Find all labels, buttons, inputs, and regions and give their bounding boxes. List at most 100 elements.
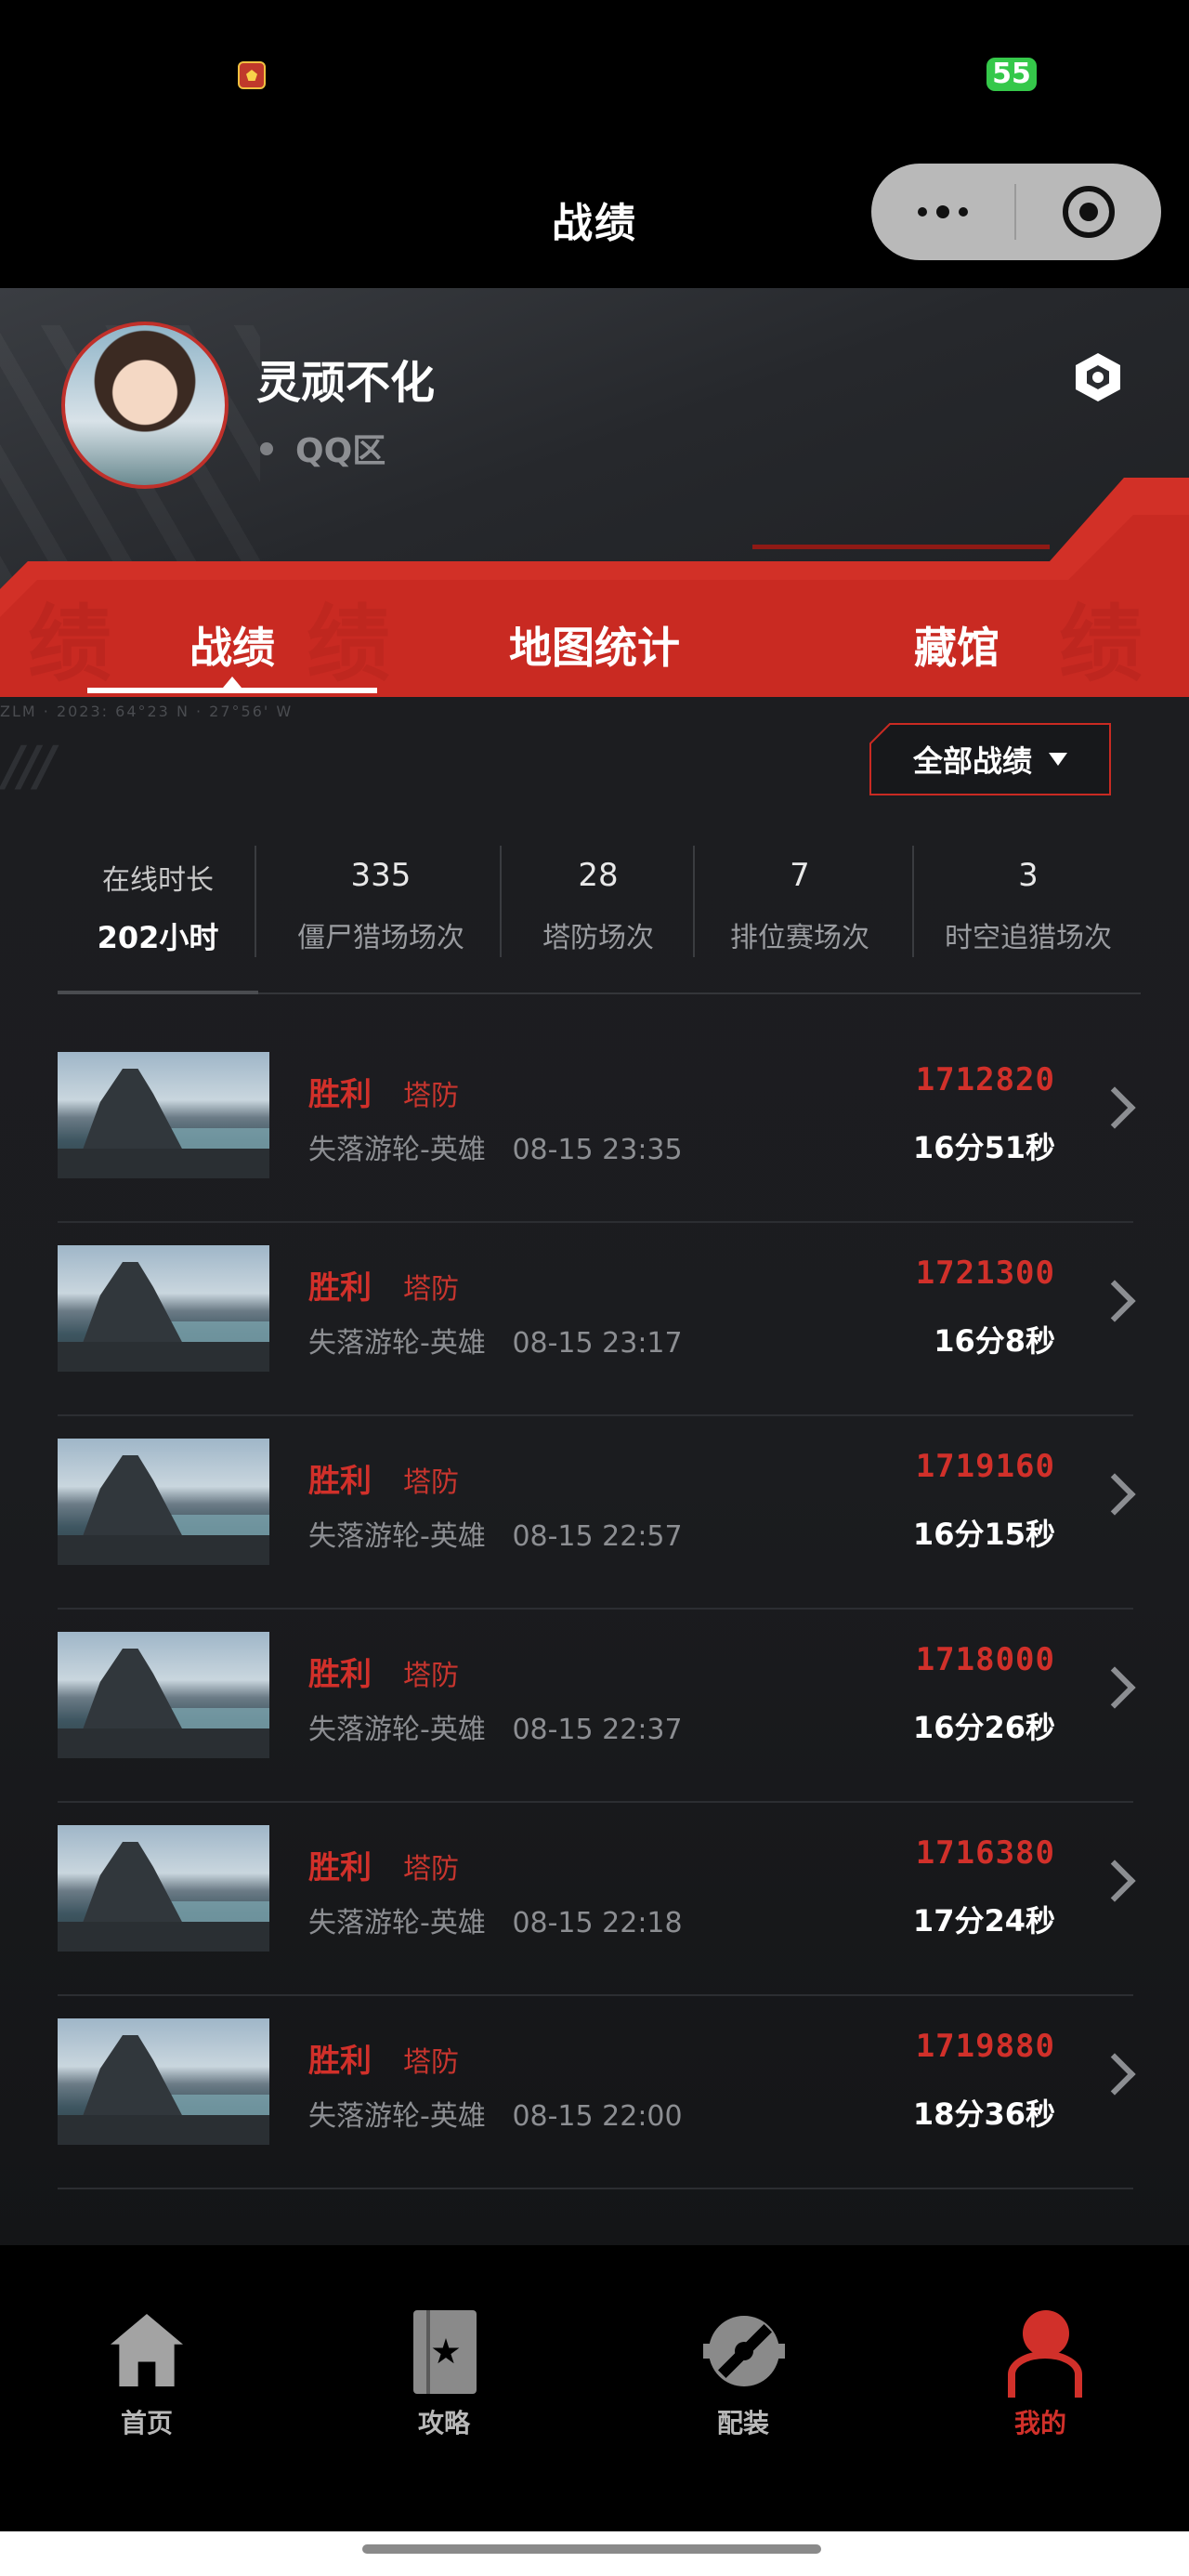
- stat-label: 时空追猎场次: [945, 922, 1112, 954]
- region-dot-icon: [260, 442, 273, 455]
- record-map: 失落游轮-英雄: [308, 1714, 486, 1746]
- record-duration: 18分36秒: [912, 2096, 1055, 2132]
- record-mode: 塔防: [403, 2046, 459, 2079]
- record-row[interactable]: 胜利 塔防 失落游轮-英雄 08-15 23:17 1721300 16分8秒: [58, 1223, 1133, 1416]
- stat-divider: [500, 846, 502, 957]
- record-duration: 16分15秒: [912, 1517, 1055, 1552]
- record-row[interactable]: 胜利 塔防 失落游轮-英雄 08-15 22:57 1719160 16分15秒: [58, 1416, 1133, 1610]
- record-mode: 塔防: [403, 1853, 459, 1886]
- stat-value: 7: [790, 857, 810, 894]
- close-miniprogram-button[interactable]: [1016, 164, 1161, 260]
- record-time: 08-15 22:00: [512, 2100, 683, 2133]
- tab-collection[interactable]: 藏馆: [836, 593, 1078, 697]
- profile-header: 灵顽不化 QQ区 绩 绩 绩 战绩 地图统计 藏馆: [0, 288, 1189, 697]
- record-result: 胜利: [308, 1656, 372, 1693]
- chevron-right-icon: [1096, 2054, 1133, 2098]
- chevron-right-icon: [1096, 1860, 1133, 1905]
- bottom-nav: 首页 攻略 配装 我的: [0, 2245, 1189, 2576]
- stat-value: 335: [350, 857, 412, 894]
- status-bar: 55: [0, 0, 1189, 149]
- record-row[interactable]: 胜利 塔防 失落游轮-英雄 08-15 22:18 1716380 17分24秒: [58, 1803, 1133, 1996]
- chevron-right-icon: [1096, 1667, 1133, 1712]
- record-list: 胜利 塔防 失落游轮-英雄 08-15 23:35 1712820 16分51秒…: [58, 1030, 1133, 2189]
- record-result: 胜利: [308, 1076, 372, 1113]
- chevron-right-icon: [1096, 1474, 1133, 1518]
- map-thumbnail: [58, 1632, 269, 1758]
- record-mode: 塔防: [403, 1080, 459, 1112]
- stat-zombie-hunt[interactable]: 335 僵尸猎场场次: [258, 846, 503, 957]
- dot-icon: [936, 205, 949, 218]
- active-tab-notch: [223, 677, 242, 688]
- records-content: ZLM · 2023: 64°23 N · 27°56' W /// 全部战绩 …: [0, 697, 1189, 2245]
- nav-label: 配装: [716, 2408, 769, 2438]
- nav-loadout[interactable]: 配装: [669, 2310, 817, 2440]
- map-thumbnail: [58, 1052, 269, 1178]
- more-options-button[interactable]: [871, 164, 1014, 260]
- record-map-time: 失落游轮-英雄 08-15 22:57: [308, 1513, 683, 1554]
- record-map-time: 失落游轮-英雄 08-15 23:17: [308, 1320, 683, 1360]
- map-thumbnail: [58, 1439, 269, 1565]
- record-duration: 16分26秒: [912, 1710, 1055, 1745]
- record-result: 胜利: [308, 1269, 372, 1307]
- record-map: 失落游轮-英雄: [308, 1134, 486, 1166]
- record-time: 08-15 23:35: [512, 1134, 683, 1166]
- filter-dropdown-button[interactable]: 全部战绩: [869, 723, 1111, 795]
- record-mode: 塔防: [403, 1660, 459, 1692]
- record-duration: 16分8秒: [934, 1323, 1055, 1359]
- map-thumbnail: [58, 1245, 269, 1372]
- record-map-time: 失落游轮-英雄 08-15 22:18: [308, 1899, 683, 1940]
- record-time: 08-15 22:57: [512, 1520, 683, 1553]
- dot-icon: [959, 207, 968, 217]
- settings-hex-icon[interactable]: [1076, 353, 1120, 401]
- record-row[interactable]: 胜利 塔防 失落游轮-英雄 08-15 22:00 1719880 18分36秒: [58, 1996, 1133, 2189]
- chevron-right-icon: [1096, 1281, 1133, 1325]
- chevron-right-icon: [1096, 1087, 1133, 1132]
- stat-value: 202小时: [97, 920, 219, 955]
- stat-divider: [255, 846, 256, 957]
- active-tab-indicator: [87, 688, 377, 693]
- nav-home[interactable]: 首页: [72, 2310, 221, 2440]
- stat-value: 3: [1018, 857, 1039, 894]
- record-map-time: 失落游轮-英雄 08-15 22:00: [308, 2093, 683, 2134]
- region-text: QQ区: [295, 432, 386, 470]
- title-bar: 战绩: [0, 149, 1189, 288]
- record-time: 08-15 23:17: [512, 1327, 683, 1360]
- record-row[interactable]: 胜利 塔防 失落游轮-英雄 08-15 23:35 1712820 16分51秒: [58, 1030, 1133, 1223]
- record-map: 失落游轮-英雄: [308, 2100, 486, 2133]
- record-map-time: 失落游轮-英雄 08-15 23:35: [308, 1126, 683, 1167]
- guide-book-icon: [404, 2310, 484, 2394]
- stat-time-hunt[interactable]: 3 时空追猎场次: [916, 846, 1141, 957]
- record-map: 失落游轮-英雄: [308, 1520, 486, 1553]
- record-map: 失落游轮-英雄: [308, 1327, 486, 1360]
- record-score: 1716380: [915, 1834, 1055, 1872]
- avatar[interactable]: [61, 322, 229, 489]
- stats-active-underline: [58, 991, 258, 994]
- record-result: 胜利: [308, 1849, 372, 1886]
- record-duration: 17分24秒: [912, 1903, 1055, 1939]
- record-score: 1719160: [915, 1448, 1055, 1485]
- record-row[interactable]: 胜利 塔防 失落游轮-英雄 08-15 22:37 1718000 16分26秒: [58, 1610, 1133, 1803]
- record-score: 1712820: [915, 1061, 1055, 1098]
- record-duration: 16分51秒: [912, 1130, 1055, 1165]
- record-map: 失落游轮-英雄: [308, 1907, 486, 1939]
- miniprogram-capsule: [871, 164, 1161, 260]
- tab-map-stats[interactable]: 地图统计: [446, 593, 743, 697]
- tab-band: 绩 绩 绩 战绩 地图统计 藏馆: [0, 478, 1189, 697]
- stat-ranked[interactable]: 7 排位赛场次: [697, 846, 903, 957]
- region-label: QQ区: [260, 424, 385, 472]
- stat-label: 僵尸猎场场次: [297, 922, 464, 954]
- nav-guide[interactable]: 攻略: [370, 2310, 518, 2440]
- nav-me[interactable]: 我的: [966, 2310, 1115, 2440]
- stat-tower-defense[interactable]: 28 塔防场次: [503, 846, 693, 957]
- record-mode: 塔防: [403, 1466, 459, 1499]
- stat-online-time[interactable]: 在线时长 202小时: [58, 846, 258, 957]
- home-indicator[interactable]: [362, 2544, 821, 2554]
- record-result: 胜利: [308, 2043, 372, 2080]
- decorative-slash-mark: ///: [4, 734, 56, 797]
- record-result: 胜利: [308, 1463, 372, 1500]
- stat-label: 塔防场次: [542, 922, 654, 954]
- record-mode: 塔防: [403, 1273, 459, 1306]
- dot-icon: [918, 207, 927, 217]
- record-time: 08-15 22:37: [512, 1714, 683, 1746]
- record-score: 1718000: [915, 1641, 1055, 1678]
